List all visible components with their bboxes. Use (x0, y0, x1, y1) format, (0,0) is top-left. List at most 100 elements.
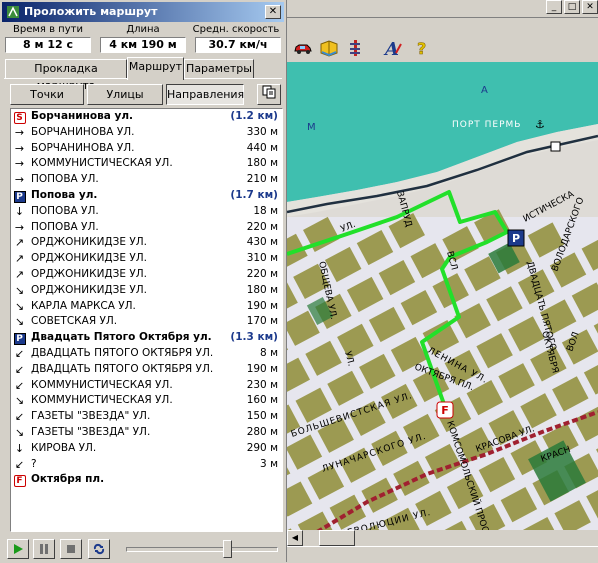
scroll-left-button[interactable]: ◀ (287, 530, 303, 546)
street-name: ОРДЖОНИКИДЗЕ УЛ. (31, 252, 147, 265)
direction-row[interactable]: ↘ ГАЗЕТЫ "ЗВЕЗДА" УЛ. 280 м (11, 425, 282, 441)
help-tool[interactable]: ? (411, 37, 433, 59)
scroll-thumb[interactable] (319, 530, 355, 546)
anchor-icon: ⚓ (535, 118, 545, 131)
direction-row[interactable]: → БОРЧАНИНОВА УЛ. 330 м (11, 125, 282, 141)
finish-marker[interactable]: F (436, 401, 454, 419)
pause-button[interactable] (33, 539, 55, 559)
direction-row[interactable]: → КОММУНИСТИЧЕСКАЯ УЛ. 180 м (11, 156, 282, 172)
direction-row[interactable]: ↙ ДВАДЦАТЬ ПЯТОГО ОКТЯБРЯ УЛ. 190 м (11, 362, 282, 378)
direction-row[interactable]: ↙ ДВАДЦАТЬ ПЯТОГО ОКТЯБРЯ УЛ. 8 м (11, 346, 282, 362)
turn-arrow-icon: ↘ (14, 425, 25, 439)
direction-row[interactable]: ↗ ОРДЖОНИКИДЗЕ УЛ. 430 м (11, 235, 282, 251)
time-value: 8 м 12 с (5, 37, 91, 53)
points-button[interactable]: Точки (10, 84, 84, 105)
direction-row[interactable]: ↙? 3 м (11, 457, 282, 473)
streets-button[interactable]: Улицы (87, 84, 163, 105)
direction-row[interactable]: ↘ СОВЕТСКАЯ УЛ. 170 м (11, 314, 282, 330)
direction-row[interactable]: → ПОПОВА УЛ. 220 м (11, 220, 282, 236)
window-close-button[interactable]: ✕ (582, 0, 598, 14)
city-map: P F ⚓ М А ПОРТ ПЕРМЬ ЛЕНИНА УЛ. ОКТЯБРЯ … (287, 62, 598, 546)
directions-button[interactable]: Направления (166, 84, 244, 105)
length-value: 4 км 190 м (100, 37, 186, 53)
waypoint-row[interactable]: P Двадцать Пятого Октября ул. (1.3 км) (11, 330, 282, 346)
stop-button[interactable] (60, 539, 82, 559)
waypoint-row[interactable]: F Октября пл. (11, 472, 282, 488)
waypoint-row[interactable]: S Борчанинова ул. (1.2 км) (11, 109, 282, 125)
waypoint-f-icon: F (13, 475, 26, 488)
tab-route[interactable]: Маршрут (127, 57, 184, 80)
turn-arrow-icon: → (14, 141, 25, 155)
direction-row[interactable]: ↙ ГАЗЕТЫ "ЗВЕЗДА" УЛ. 150 м (11, 409, 282, 425)
waypoint-row[interactable]: P Попова ул. (1.7 км) (11, 188, 282, 204)
directions-list[interactable]: S Борчанинова ул. (1.2 км) → БОРЧАНИНОВА УЛ.… (10, 108, 283, 532)
sort-tool[interactable] (344, 37, 366, 59)
street-name: КИРОВА УЛ. (31, 441, 97, 454)
copy-icon (262, 85, 276, 99)
direction-row[interactable]: → БОРЧАНИНОВА УЛ. 440 м (11, 141, 282, 157)
segment-distance: 150 м (246, 410, 278, 423)
segment-distance: 190 м (246, 362, 278, 375)
tab-parameters[interactable]: Параметры (184, 59, 254, 78)
label-port: ПОРТ ПЕРМЬ (452, 120, 521, 130)
svg-text:A: A (383, 39, 399, 57)
street-name: Октября пл. (31, 473, 105, 486)
font-tool[interactable]: A (382, 37, 404, 59)
turn-arrow-icon: ↙ (14, 346, 25, 360)
time-label: Время в пути (13, 24, 83, 35)
turn-arrow-icon: ↓ (14, 441, 25, 455)
direction-row[interactable]: ↘ ОРДЖОНИКИДЗЕ УЛ. 180 м (11, 283, 282, 299)
label-m: М (307, 122, 316, 133)
window-title: Проложить маршрут (24, 5, 158, 18)
tab-route-building[interactable]: Прокладка маршрута (5, 59, 127, 92)
segment-distance: 180 м (246, 157, 278, 170)
close-button[interactable]: ✕ (265, 5, 281, 19)
turn-arrow-icon: ↙ (14, 457, 25, 471)
street-name: ПОПОВА УЛ. (31, 173, 99, 186)
help-icon: ? (417, 39, 427, 57)
map-horizontal-scrollbar[interactable]: ◀ (287, 530, 598, 546)
font-icon: A (383, 39, 402, 57)
turn-arrow-icon: ↗ (14, 252, 25, 266)
minimize-button[interactable]: _ (546, 0, 562, 14)
svg-text:F: F (441, 404, 449, 417)
play-button[interactable] (7, 539, 29, 559)
waypoint-p-marker[interactable]: P (507, 229, 525, 247)
waypoint-p-icon: P (13, 333, 26, 346)
street-name: БОРЧАНИНОВА УЛ. (31, 141, 135, 154)
waypoint-icon-cell: P (13, 189, 26, 203)
route-app-icon (7, 6, 19, 18)
book-icon (320, 40, 338, 57)
map-view[interactable]: P F ⚓ М А ПОРТ ПЕРМЬ ЛЕНИНА УЛ. ОКТЯБРЯ … (287, 62, 598, 546)
speed-slider[interactable] (126, 540, 278, 558)
turn-arrow-icon: ↓ (14, 204, 25, 218)
turn-arrow-icon: → (14, 173, 25, 187)
loop-icon (93, 543, 105, 555)
turn-arrow-icon: ↙ (14, 362, 25, 376)
segment-distance: 290 м (246, 441, 278, 454)
waypoint-p-icon: P (13, 190, 26, 203)
waypoint-icon-cell: S (13, 110, 26, 124)
direction-row[interactable]: ↗ ОРДЖОНИКИДЗЕ УЛ. 220 м (11, 267, 282, 283)
book-tool[interactable] (318, 37, 340, 59)
maximize-button[interactable]: □ (564, 0, 580, 14)
direction-row[interactable]: ↓ КИРОВА УЛ. 290 м (11, 441, 282, 457)
direction-row[interactable]: ↘ КОММУНИСТИЧЕСКАЯ УЛ. 160 м (11, 393, 282, 409)
copy-button[interactable] (257, 84, 281, 105)
segment-distance: 170 м (246, 315, 278, 328)
car-tool[interactable] (292, 37, 314, 59)
street-name: КАРЛА МАРКСА УЛ. (31, 299, 136, 312)
svg-text:P: P (512, 232, 520, 245)
street-name: ОРДЖОНИКИДЗЕ УЛ. (31, 236, 147, 249)
waypoint-icon-cell: P (13, 331, 26, 346)
direction-row[interactable]: ↘ КАРЛА МАРКСА УЛ. 190 м (11, 299, 282, 315)
car-icon (294, 44, 312, 54)
slider-thumb[interactable] (223, 540, 233, 558)
loop-button[interactable] (88, 539, 110, 559)
direction-row[interactable]: ↙ КОММУНИСТИЧЕСКАЯ УЛ. 230 м (11, 378, 282, 394)
direction-row[interactable]: ↗ ОРДЖОНИКИДЗЕ УЛ. 310 м (11, 251, 282, 267)
direction-row[interactable]: ↓ ПОПОВА УЛ. 18 м (11, 204, 282, 220)
street-name: ДВАДЦАТЬ ПЯТОГО ОКТЯБРЯ УЛ. (31, 346, 214, 359)
direction-row[interactable]: → ПОПОВА УЛ. 210 м (11, 172, 282, 188)
waypoint-s-icon: S (13, 112, 26, 124)
